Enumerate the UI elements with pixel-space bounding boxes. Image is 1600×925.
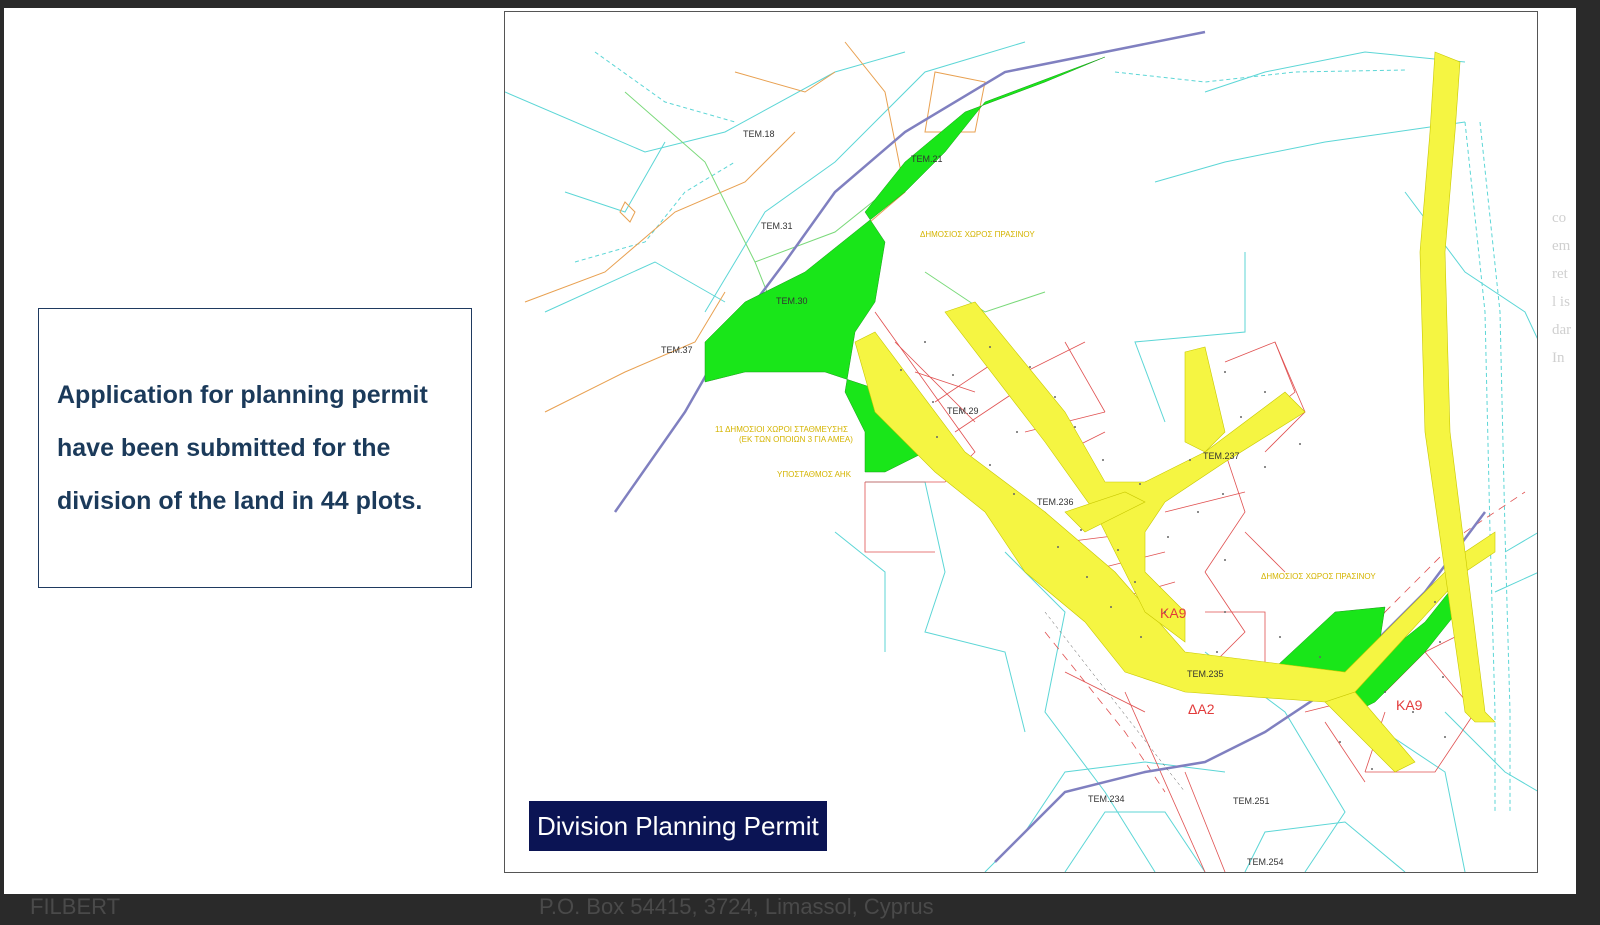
tem251-label: TEM.251 — [1233, 796, 1270, 806]
map-caption: Division Planning Permit — [529, 801, 827, 851]
green-space-label: ΔΗΜΟΣΙΟΣ ΧΩΡΟΣ ΠΡΑΣΙΝΟΥ — [920, 230, 1035, 239]
green-space-label-2: ΔΗΜΟΣΙΟΣ ΧΩΡΟΣ ΠΡΑΣΙΝΟΥ — [1261, 572, 1376, 581]
tem30-label: TEM.30 — [776, 296, 808, 306]
tem236-label: TEM.236 — [1037, 497, 1074, 507]
tem31-label: TEM.31 — [761, 221, 793, 231]
site-plan-drawing: TEM.18 TEM.21 TEM.31 TEM.30 TEM.37 TEM.2… — [505, 30, 1537, 872]
zone-ka9-label-2: KA9 — [1396, 697, 1423, 713]
substation-label: ΥΠΟΣΤΑΘΜΟΣ ΑΗΚ — [777, 470, 852, 479]
info-text: Application for planning permit have bee… — [57, 380, 428, 515]
tem29-label: TEM.29 — [947, 406, 979, 416]
parking-label-2: (ΕΚ ΤΩΝ ΟΠΟΙΩΝ 3 ΓΙΑ ΑΜΕΑ) — [739, 435, 853, 444]
slide: co em ret l is dar In Application for pl… — [4, 8, 1576, 894]
tem18-label: TEM.18 — [743, 129, 775, 139]
tem37-label: TEM.37 — [661, 345, 693, 355]
tem235-label: TEM.235 — [1187, 669, 1224, 679]
footer-company: FILBERT — [30, 894, 121, 919]
background-text: co em ret l is dar In — [1552, 210, 1572, 366]
footer-address: P.O. Box 54415, 3724, Limassol, Cyprus — [539, 894, 934, 919]
site-plan-map: TEM.18 TEM.21 TEM.31 TEM.30 TEM.37 TEM.2… — [504, 11, 1538, 873]
info-box: Application for planning permit have bee… — [38, 308, 472, 588]
zone-ka9-label: KA9 — [1160, 605, 1187, 621]
tem234-label: TEM.234 — [1088, 794, 1125, 804]
zone-da2-label: ΔΑ2 — [1188, 701, 1215, 717]
parking-label: 11 ΔΗΜΟΣΙΟΙ ΧΩΡΟΙ ΣΤΑΘΜΕΥΣΗΣ — [715, 425, 848, 434]
tem237-label: TEM.237 — [1203, 451, 1240, 461]
tem254-label: TEM.254 — [1247, 857, 1284, 867]
tem21-label: TEM.21 — [911, 154, 943, 164]
